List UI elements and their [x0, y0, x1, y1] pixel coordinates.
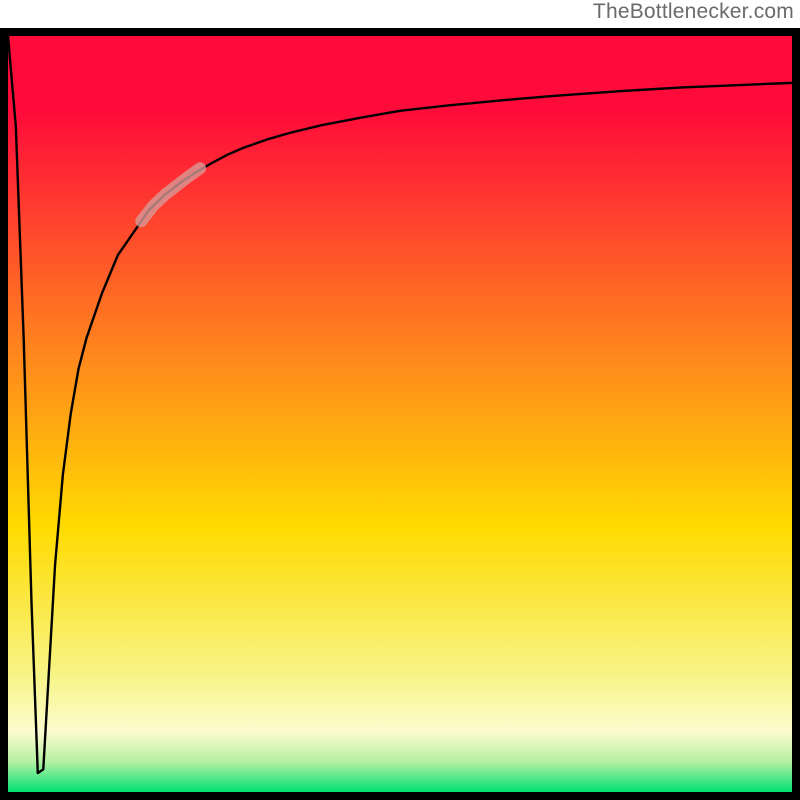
plot-background [8, 36, 792, 792]
bottleneck-chart [0, 28, 800, 800]
chart-svg [0, 28, 800, 800]
page-root: TheBottlenecker.com [0, 0, 800, 800]
attribution-text: TheBottlenecker.com [593, 0, 794, 24]
